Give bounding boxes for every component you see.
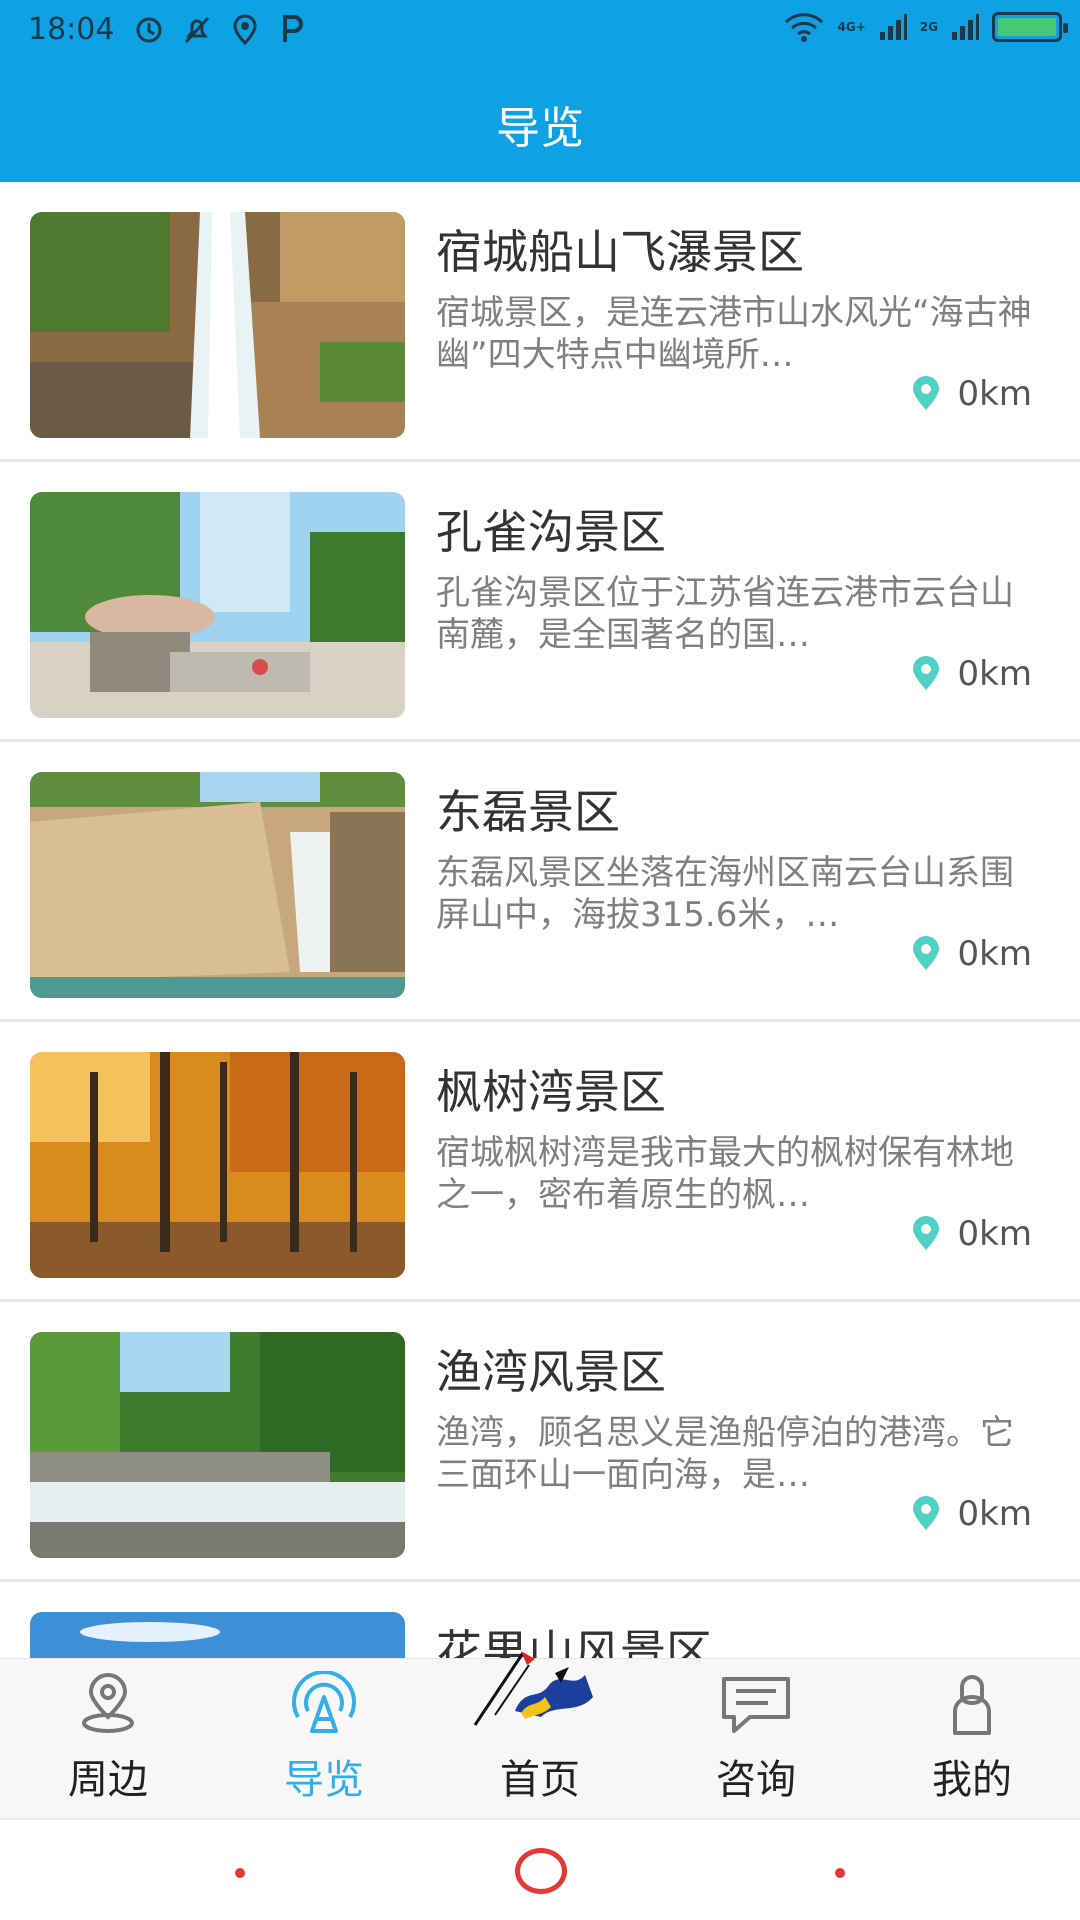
location-pin-icon [912,376,939,410]
location-icon [233,14,257,46]
battery-icon [992,12,1068,42]
sky-thumbnail [30,1612,405,1658]
item-description: 宿城枫树湾是我市最大的枫树保有林地之一，密布着原生的枫… [436,1133,1014,1215]
park-gate-thumbnail [30,492,405,718]
list-item[interactable]: 渔湾风景区 渔湾，顾名思义是渔船停泊的港湾。它三面环山一面向海，是… 0km [0,1302,1080,1582]
item-title: 东磊景区 [436,785,620,839]
network-4g-label: 4G+ [837,20,866,34]
distance-value: 0km [957,1494,1032,1534]
wifi-icon [784,13,823,42]
status-bar: 18:04 4G+ 2G [0,0,1080,62]
mute-bell-icon [184,16,210,44]
tab-label: 导览 [284,1757,364,1803]
tab-consult[interactable]: 咨询 [648,1659,864,1818]
list-item[interactable]: 宿城船山飞瀑景区 宿城景区，是连云港市山水风光“海古神幽”四大特点中幽境所… 0… [0,182,1080,462]
status-time: 18:04 [28,12,115,47]
bottom-nav: 周边 导览 首页 咨询 我的 [0,1651,1080,1818]
tab-label: 周边 [68,1757,148,1803]
item-description: 孔雀沟景区位于江苏省连云港市云台山南麓，是全国著名的国… [436,573,1014,655]
logo-icon [473,1651,593,1726]
signal-icon [879,14,907,40]
list-item[interactable]: 枫树湾景区 宿城枫树湾是我市最大的枫树保有林地之一，密布着原生的枫… 0km [0,1022,1080,1302]
location-pin-icon [912,1496,939,1530]
alarm-icon [136,17,162,43]
tab-mine[interactable]: 我的 [864,1659,1080,1818]
page-title: 导览 [496,103,584,154]
top-app-bar: 18:04 4G+ 2G 导览 [0,0,1080,182]
distance-value: 0km [957,934,1032,974]
distance-value: 0km [957,374,1032,414]
distance: 0km [908,1214,1032,1254]
tab-label: 首页 [500,1757,580,1803]
item-title: 渔湾风景区 [436,1345,666,1399]
network-2g-label: 2G [919,20,938,34]
stone-bridge-thumbnail [30,1332,405,1558]
item-title: 宿城船山飞瀑景区 [436,225,804,279]
system-nav-bar [0,1818,1080,1920]
item-title: 孔雀沟景区 [436,505,666,559]
item-description: 东磊风景区坐落在海州区南云台山系围屏山中，海拔315.6米，… [436,853,1014,935]
item-description: 宿城景区，是连云港市山水风光“海古神幽”四大特点中幽境所… [436,293,1032,375]
broadcast-icon [292,1671,356,1733]
location-pin-icon [912,656,939,690]
distance-value: 0km [957,654,1032,694]
distance-value: 0km [957,1214,1032,1254]
tab-guide[interactable]: 导览 [216,1659,432,1818]
distance: 0km [908,934,1032,974]
tab-label: 咨询 [716,1757,796,1803]
signal-icon [952,14,979,40]
distance: 0km [908,654,1032,694]
home-button[interactable] [515,1848,567,1894]
rock-cliff-thumbnail [30,772,405,998]
distance: 0km [908,1494,1032,1534]
tab-label: 我的 [932,1757,1012,1803]
tab-home[interactable]: 首页 [432,1651,648,1818]
maple-forest-thumbnail [30,1052,405,1278]
recents-button[interactable] [835,1868,845,1878]
waterfall-thumbnail [30,212,405,438]
tab-nearby[interactable]: 周边 [0,1659,216,1818]
chat-icon [722,1677,790,1733]
user-icon [953,1675,991,1735]
p-icon [283,15,303,42]
list-item[interactable]: 东磊景区 东磊风景区坐落在海州区南云台山系围屏山中，海拔315.6米，… 0km [0,742,1080,1022]
location-pin-icon [82,1673,134,1733]
item-description: 渔湾，顾名思义是渔船停泊的港湾。它三面环山一面向海，是… [436,1413,1014,1495]
item-title: 枫树湾景区 [436,1065,666,1119]
scenic-spot-list[interactable]: 宿城船山飞瀑景区 宿城景区，是连云港市山水风光“海古神幽”四大特点中幽境所… 0… [0,182,1080,1658]
list-item[interactable]: 孔雀沟景区 孔雀沟景区位于江苏省连云港市云台山南麓，是全国著名的国… 0km [0,462,1080,742]
distance: 0km [908,374,1032,414]
location-pin-icon [912,936,939,970]
back-button[interactable] [235,1868,245,1878]
location-pin-icon [912,1216,939,1250]
